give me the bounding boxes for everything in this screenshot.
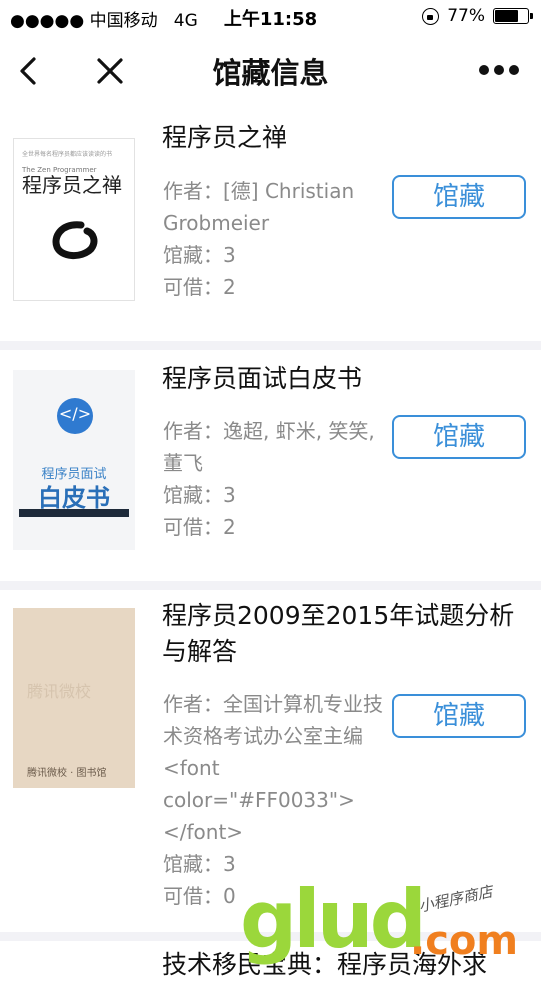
- book-list: 全世界每名程序员都应该读读的书 The Zen Programmer 程序员之禅…: [0, 108, 541, 981]
- separator: [0, 341, 541, 350]
- cover-band: [19, 509, 129, 517]
- code-badge-icon: </>: [57, 398, 93, 434]
- status-bar: ●●●●● 中国移动 4G 上午11:58 77%: [0, 0, 541, 36]
- separator: [0, 932, 541, 941]
- book-holdings: 馆藏：3: [163, 243, 236, 267]
- book-cover: 全世界每名程序员都应该读读的书 The Zen Programmer 程序员之禅: [13, 138, 135, 301]
- book-title[interactable]: 技术移民宝典：程序员海外求: [162, 947, 521, 983]
- cover-title: 程序员之禅: [22, 173, 122, 197]
- book-author: 作者：全国计算机专业技术资格考试办公室主编 <font color="#FF00…: [163, 692, 383, 844]
- rotation-lock-icon: [422, 7, 440, 25]
- status-right: 77%: [422, 6, 533, 26]
- holdings-button[interactable]: 馆藏: [392, 175, 526, 219]
- book-cover: 腾讯微校 腾讯微校 · 图书馆: [13, 608, 135, 788]
- nav-bar: 馆藏信息: [0, 36, 541, 108]
- book-cover: </> 程序员面试 白皮书: [13, 370, 135, 550]
- book-author: 作者：[德] Christian Grobmeier: [163, 179, 355, 235]
- book-available: 可借：0: [163, 884, 236, 908]
- holdings-button[interactable]: 馆藏: [392, 694, 526, 738]
- battery-icon: [493, 8, 533, 24]
- separator: [0, 581, 541, 590]
- list-item[interactable]: 腾讯微校 腾讯微校 · 图书馆 程序员2009至2015年试题分析与解答 作者：…: [0, 590, 541, 932]
- more-dots-icon[interactable]: [479, 64, 519, 76]
- book-title[interactable]: 程序员面试白皮书: [162, 361, 521, 397]
- book-author: 作者：逸超, 虾米, 笑笑, 董飞: [163, 419, 375, 475]
- book-holdings: 馆藏：3: [163, 483, 236, 507]
- battery-percent: 77%: [447, 6, 485, 26]
- list-item[interactable]: 全世界每名程序员都应该读读的书 The Zen Programmer 程序员之禅…: [0, 108, 541, 341]
- cover-title: 白皮书: [38, 484, 110, 512]
- battery-fill: [495, 10, 519, 22]
- holdings-button[interactable]: 馆藏: [392, 415, 526, 459]
- list-item[interactable]: </> 程序员面试 白皮书 程序员面试白皮书 作者：逸超, 虾米, 笑笑, 董飞…: [0, 350, 541, 581]
- enso-circle-icon: [52, 221, 98, 259]
- book-title[interactable]: 程序员之禅: [162, 120, 521, 156]
- cover-footer: 腾讯微校 · 图书馆: [27, 768, 107, 779]
- book-available: 可借：2: [163, 515, 236, 539]
- book-holdings: 馆藏：3: [163, 852, 236, 876]
- cover-tagline: 全世界每名程序员都应该读读的书: [22, 151, 113, 158]
- page-title: 馆藏信息: [212, 56, 329, 90]
- list-item[interactable]: 技术移民宝典：程序员海外求: [0, 941, 541, 981]
- cover-watermark: 腾讯微校: [27, 682, 92, 701]
- book-title[interactable]: 程序员2009至2015年试题分析与解答: [162, 598, 522, 670]
- book-available: 可借：2: [163, 275, 236, 299]
